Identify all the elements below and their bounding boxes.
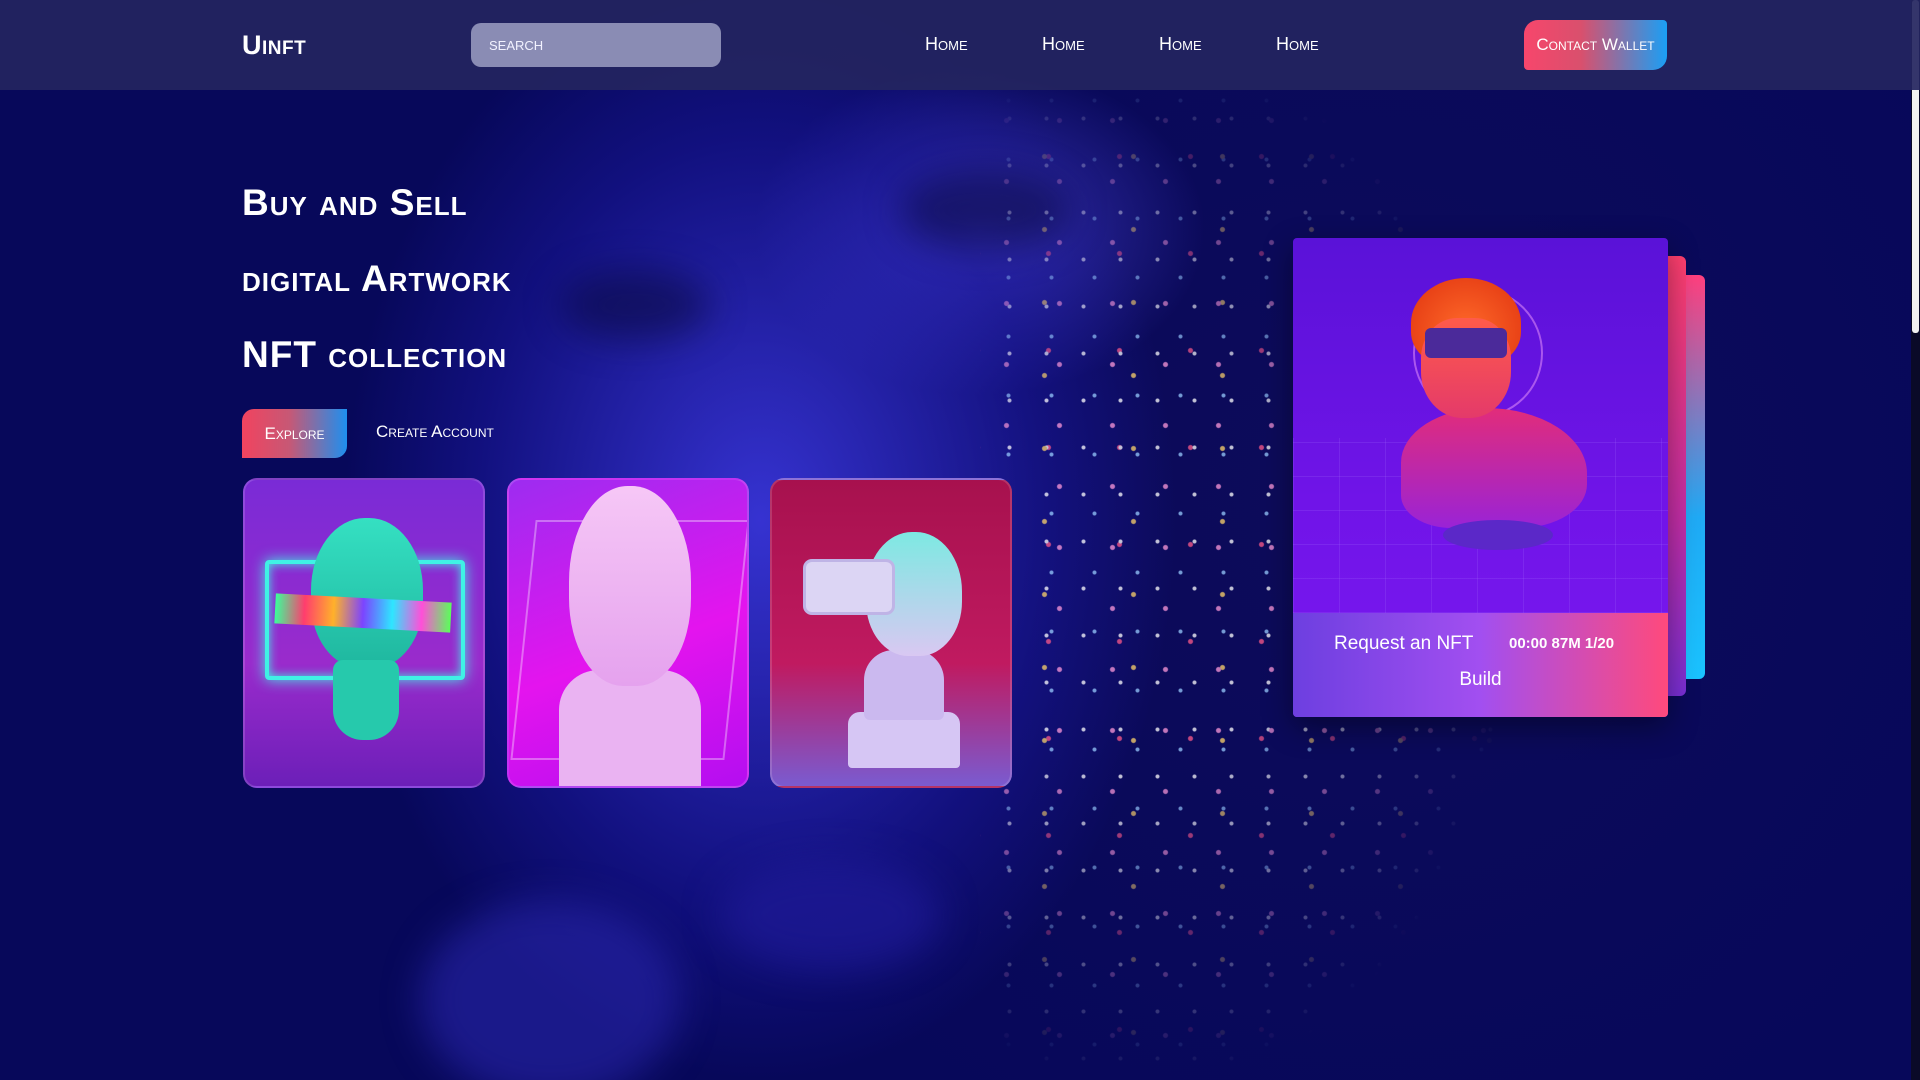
statue-bust <box>1401 408 1587 528</box>
auction-timer: 00:00 87M 1/20 <box>1509 635 1615 652</box>
featured-nft-card[interactable]: Request an NFT 00:00 87M 1/20 Build <box>1293 238 1668 717</box>
create-account-link[interactable]: Create Account <box>376 422 494 442</box>
hero-title-line-2: digital Artwork <box>242 258 512 299</box>
featured-card-footer: Request an NFT 00:00 87M 1/20 Build <box>1293 613 1668 717</box>
statue-head <box>311 518 423 668</box>
hero-title-line-1: Buy and Sell <box>242 182 468 223</box>
search-input[interactable] <box>471 23 721 67</box>
request-nft-link[interactable]: Request an NFT <box>1334 633 1473 655</box>
hero-title-line-3: NFT collection <box>242 334 508 375</box>
nav-item-home-3[interactable]: Home <box>1159 34 1202 55</box>
contact-wallet-button[interactable]: Contact Wallet <box>1524 20 1667 70</box>
vr-visor <box>1425 328 1507 358</box>
nav-item-home-4[interactable]: Home <box>1276 34 1319 55</box>
statue-head <box>569 486 691 686</box>
explore-button[interactable]: Explore <box>242 409 347 458</box>
statue-neck <box>333 660 399 740</box>
background-lips <box>720 860 940 970</box>
statue-bust <box>864 650 944 720</box>
nav-item-home-1[interactable]: Home <box>925 34 968 55</box>
nav-item-home-2[interactable]: Home <box>1042 34 1085 55</box>
nft-card-pink-bust[interactable] <box>507 478 749 788</box>
build-link[interactable]: Build <box>1293 669 1668 691</box>
statue-shoulders <box>559 670 701 786</box>
nft-card-vr-bust[interactable] <box>770 478 1012 788</box>
top-navbar: Uinft Home Home Home Home Contact Wallet <box>0 0 1920 90</box>
background-hand <box>420 900 680 1080</box>
page-scrollbar[interactable] <box>1911 0 1920 1080</box>
vr-headset <box>806 562 892 612</box>
background-eye-left <box>560 270 710 340</box>
nft-card-neon-bust[interactable] <box>243 478 485 788</box>
site-logo[interactable]: Uinft <box>242 30 306 61</box>
statue-base <box>1443 520 1553 550</box>
statue-pedestal <box>848 712 960 768</box>
